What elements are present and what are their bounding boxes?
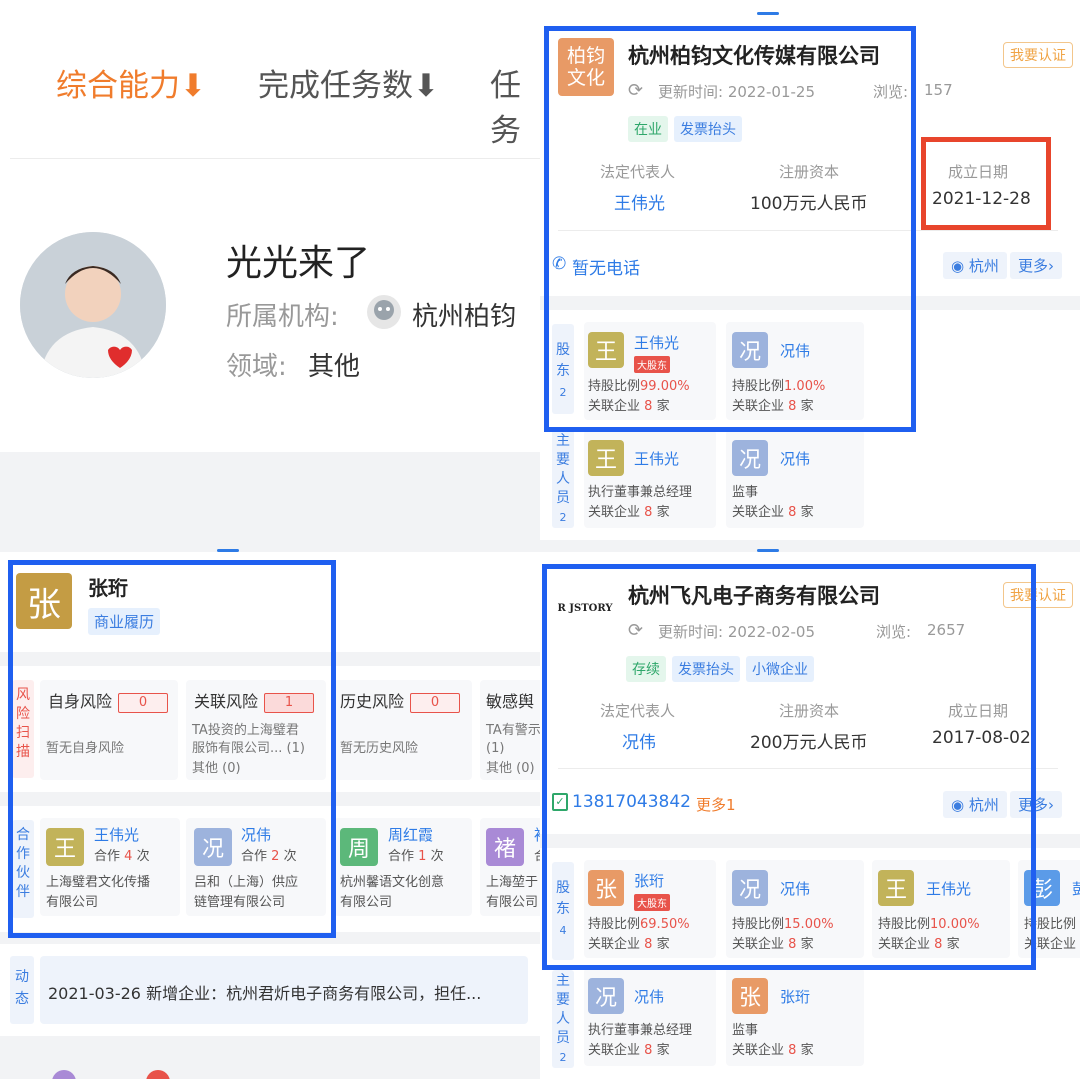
person-avatar: 况 xyxy=(588,978,624,1014)
drag-handle[interactable] xyxy=(757,549,779,552)
news-text: 2021-03-26 新增企业：杭州君炘电子商务有限公司，担任... xyxy=(48,984,482,1003)
location-text: 杭州 xyxy=(968,257,999,275)
partner-company: 上海堃于 xyxy=(486,875,539,890)
staff-name[interactable]: 况伟 xyxy=(780,448,810,469)
bottom-grey-band xyxy=(0,452,540,540)
risk-title: 历史风险 xyxy=(340,692,405,711)
coop-label: 合作 xyxy=(388,849,415,864)
assoc-unit: 家 xyxy=(656,505,670,520)
panel-top-gap xyxy=(0,540,540,552)
partner-company: 有限公司 xyxy=(486,895,539,910)
side-count: 2 xyxy=(559,511,567,524)
staff-name[interactable]: 张珩 xyxy=(780,986,810,1007)
profile-name: 光光来了 xyxy=(226,243,371,284)
side-text: 主要人员 xyxy=(556,433,570,506)
staff-name[interactable]: 况伟 xyxy=(634,986,664,1007)
shareholder-name[interactable]: 彭 xyxy=(1072,878,1080,899)
risk-desc: (1) xyxy=(486,741,505,756)
staff-role: 监事 xyxy=(732,1023,759,1038)
staff-side-label: 主要人员 2 xyxy=(552,430,574,528)
sort-tab-ability[interactable]: 综合能力⬇ xyxy=(56,60,206,105)
staff-side-label: 主要人员 2 xyxy=(552,970,574,1068)
panel-person-zhangheng: 张 张珩 商业履历 风险扫描 自身风险 0 暂无自身风险 关联风险 1 TA投资的上… xyxy=(0,540,540,1079)
staff-card[interactable]: 王 王伟光 执行董事兼总经理 关联企业 8 家 xyxy=(584,430,716,528)
location-pin-icon: ◉ xyxy=(951,257,965,275)
field-label: 领域: xyxy=(226,352,287,382)
assoc-label: 关联企业 xyxy=(588,1043,641,1058)
panel-company-boyun: 柏钧文化 杭州柏钧文化传媒有限公司 我要认证 ⟳ 更新时间: 2022-01-2… xyxy=(540,0,1080,540)
more-link[interactable]: 更多› xyxy=(1010,252,1063,279)
partner-name[interactable]: 周红霞 xyxy=(388,824,433,845)
assoc-label: 关联企业 xyxy=(732,505,785,520)
org-value[interactable]: 杭州柏钧 xyxy=(412,296,516,333)
person-avatar: 周 xyxy=(340,828,378,866)
partner-company: 有限公司 xyxy=(340,895,393,910)
assoc-unit: 家 xyxy=(800,505,814,520)
assoc-count: 8 xyxy=(644,1043,653,1058)
section-gap xyxy=(0,1036,540,1079)
partner-company: 杭州馨语文化创意 xyxy=(340,875,445,890)
staff-card[interactable]: 张 张珩 监事 关联企业 8 家 xyxy=(726,968,864,1066)
staff-role: 执行董事兼总经理 xyxy=(588,1023,693,1038)
highlight-box-blue xyxy=(542,564,1036,970)
sort-tab-more[interactable]: 任务 xyxy=(490,60,540,150)
staff-role: 执行董事兼总经理 xyxy=(588,485,693,500)
assoc-count: 8 xyxy=(788,1043,797,1058)
risk-desc: 暂无历史风险 xyxy=(340,741,419,756)
assoc-unit: 家 xyxy=(656,1043,670,1058)
assoc-unit: 家 xyxy=(800,1043,814,1058)
assoc-label: 关联企业 xyxy=(588,505,641,520)
sort-tab-tasks[interactable]: 完成任务数⬇ xyxy=(258,60,439,105)
avatar[interactable] xyxy=(20,232,166,378)
org-label: 所属机构: xyxy=(226,302,339,332)
risk-title: 敏感舆 xyxy=(486,692,535,711)
coop-count: 1 xyxy=(418,849,427,864)
person-avatar: 王 xyxy=(588,440,624,476)
risk-count: 0 xyxy=(410,692,461,713)
person-avatar: 张 xyxy=(732,978,768,1014)
side-count: 2 xyxy=(559,1051,567,1064)
assoc-count: 8 xyxy=(644,505,653,520)
risk-card-sensitive[interactable]: 敏感舆 TA有警示 (1) 其他 (0) xyxy=(480,680,540,780)
assoc-label: 关联企业 xyxy=(732,1043,785,1058)
field-value: 其他 xyxy=(308,352,361,382)
drag-handle[interactable] xyxy=(217,549,239,552)
drag-handle[interactable] xyxy=(757,12,779,15)
coop-unit: 次 xyxy=(430,849,444,864)
risk-desc: 其他 (0) xyxy=(486,761,535,776)
panel-top-gap xyxy=(540,540,1080,552)
risk-card-history[interactable]: 历史风险 0 暂无历史风险 xyxy=(334,680,472,780)
location-tag[interactable]: ◉ 杭州 xyxy=(943,252,1007,279)
org-icon xyxy=(367,295,401,329)
assoc-count: 8 xyxy=(788,505,797,520)
person-avatar: 褚 xyxy=(486,828,524,866)
highlight-box-blue xyxy=(8,560,336,938)
partner-card[interactable]: 褚 褚 合 上海堃于 有限公司 xyxy=(480,818,540,916)
divider xyxy=(10,158,540,159)
panel-profile: 综合能力⬇ 完成任务数⬇ 任务 光光来了 所属机构: 杭州柏钧 领域: 其他 xyxy=(0,0,540,540)
news-side-label: 动态 xyxy=(10,956,34,1024)
staff-role: 监事 xyxy=(732,485,759,500)
person-photo xyxy=(20,232,166,378)
more-text: 更多 xyxy=(1018,257,1049,275)
news-item[interactable]: 2021-03-26 新增企业：杭州君炘电子商务有限公司，担任... xyxy=(40,956,528,1024)
side-text: 动态 xyxy=(15,969,29,1007)
staff-card[interactable]: 况 况伟 监事 关联企业 8 家 xyxy=(726,430,864,528)
staff-card[interactable]: 况 况伟 执行董事兼总经理 关联企业 8 家 xyxy=(584,968,716,1066)
highlight-box-red xyxy=(921,137,1051,230)
panel-company-feifan: R JSTORY 杭州飞凡电子商务有限公司 我要认证 ⟳ 更新时间: 2022-… xyxy=(540,540,1080,1079)
person-avatar: 况 xyxy=(732,440,768,476)
partner-card[interactable]: 周 周红霞 合作 1 次 杭州馨语文化创意 有限公司 xyxy=(334,818,472,916)
staff-name[interactable]: 王伟光 xyxy=(634,448,679,469)
highlight-box-blue xyxy=(544,26,916,432)
side-text: 主要人员 xyxy=(556,973,570,1046)
certify-button[interactable]: 我要认证 xyxy=(1003,42,1073,68)
views-count: 157 xyxy=(924,81,953,99)
